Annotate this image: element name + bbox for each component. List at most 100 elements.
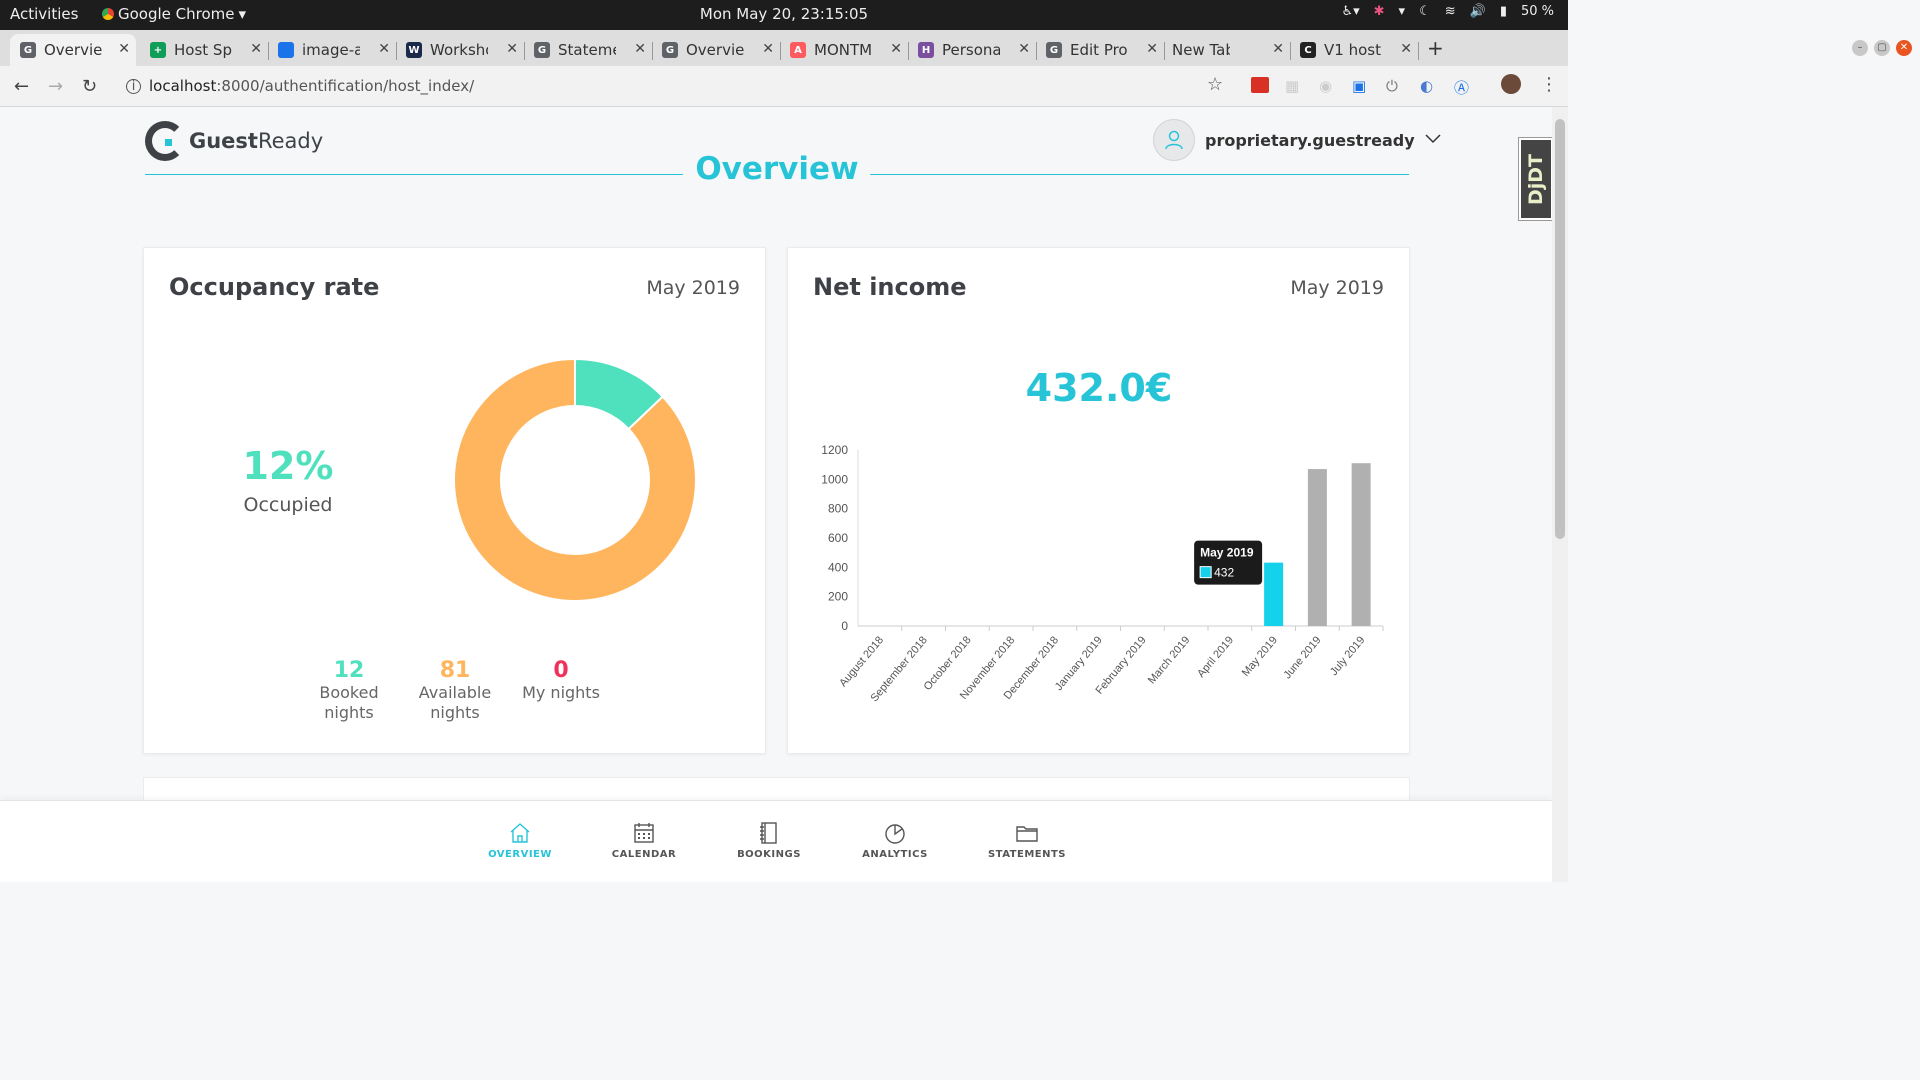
bar-may-2019[interactable] (1264, 562, 1284, 626)
extension-icon[interactable]: ◉ (1319, 77, 1332, 95)
night-light-icon: ☾ (1419, 4, 1431, 19)
profile-avatar[interactable] (1501, 74, 1521, 94)
browser-tab[interactable]: image-a ✕ (268, 34, 397, 66)
app-menu[interactable]: Google Chrome ▾ (102, 5, 246, 23)
extension-icon[interactable]: ▦ (1285, 77, 1299, 95)
tab-close-icon[interactable]: ✕ (1272, 41, 1284, 57)
browser-tab[interactable]: C V1 host ✕ (1290, 34, 1419, 66)
maximize-button[interactable]: ▢ (1874, 40, 1890, 56)
nav-item-label: BOOKINGS (737, 849, 801, 860)
app-name: Google Chrome (118, 5, 235, 23)
tab-favicon-icon (278, 42, 294, 58)
bar-june-2019[interactable] (1307, 469, 1327, 626)
bookmark-star-icon[interactable]: ☆ (1207, 74, 1223, 95)
back-button[interactable]: ← (14, 76, 29, 97)
tab-title: image-a (302, 41, 360, 59)
accessibility-icon[interactable]: ♿▾ (1341, 4, 1359, 19)
nav-item-label: CALENDAR (611, 849, 677, 860)
tab-close-icon[interactable]: ✕ (1146, 41, 1158, 57)
info-icon[interactable]: i (126, 78, 141, 94)
notification-icon[interactable]: ✱ (1374, 4, 1385, 19)
nav-item-overview[interactable]: OVERVIEW (470, 821, 570, 860)
minimize-button[interactable]: – (1852, 40, 1868, 56)
tab-title: New Tab (1172, 41, 1230, 59)
tab-close-icon[interactable]: ✕ (1400, 41, 1412, 57)
bottom-navigation: OVERVIEW CALENDAR BOOKINGS ANALYTICS STATEME… (0, 800, 1552, 882)
django-debug-toolbar-handle[interactable]: DjDT (1518, 137, 1552, 221)
nav-item-calendar[interactable]: CALENDAR (594, 821, 694, 860)
nav-item-analytics[interactable]: ANALYTICS (845, 821, 945, 860)
chevron-down-icon (1425, 132, 1441, 148)
tab-strip: G Overview ✕ + Host Space ✕ image-a ✕ W Workshop ✕… (0, 30, 1568, 66)
address-bar[interactable]: i localhost:8000/authentification/host_i… (126, 77, 474, 95)
tab-title: Host Space (174, 41, 232, 59)
available-nights-label: Available nights (418, 683, 492, 722)
occupancy-percent-label: Occupied (243, 494, 333, 516)
tab-title: Overview (686, 41, 744, 59)
book-icon (719, 821, 819, 847)
forward-button[interactable]: → (48, 76, 63, 97)
my-nights-value: 0 (553, 658, 569, 683)
y-tick-label: 400 (828, 560, 848, 574)
browser-tab[interactable]: G Overview ✕ (652, 34, 781, 66)
occupancy-donut-chart (453, 358, 697, 602)
tab-close-icon[interactable]: ✕ (890, 41, 902, 57)
extension-icon[interactable]: ◐ (1420, 77, 1433, 95)
close-window-button[interactable]: ✕ (1896, 40, 1912, 56)
page-title: Overview (695, 151, 859, 187)
browser-tab[interactable]: W Workshop ✕ (396, 34, 525, 66)
tab-close-icon[interactable]: ✕ (1018, 41, 1030, 57)
tab-title: Statements (558, 41, 616, 59)
chevron-down-icon[interactable]: ▾ (1399, 4, 1406, 19)
power-extension-icon[interactable]: ⏻ (1386, 77, 1398, 95)
tab-title: Overview (44, 41, 102, 59)
tab-title: Edit Pro (1070, 41, 1128, 59)
browser-tab[interactable]: G Overview ✕ (10, 34, 136, 66)
nav-item-label: ANALYTICS (862, 849, 928, 860)
tab-favicon-icon: G (662, 42, 678, 58)
tab-favicon-icon: C (1300, 42, 1316, 58)
reload-button[interactable]: ↻ (82, 76, 97, 97)
browser-tab[interactable]: G Statements ✕ (524, 34, 653, 66)
occupancy-percent: 12% (242, 444, 334, 488)
y-tick-label: 200 (828, 590, 848, 604)
occupancy-date: May 2019 (646, 277, 740, 299)
browser-tab[interactable]: + Host Space ✕ (140, 34, 269, 66)
nav-item-statements[interactable]: STATEMENTS (977, 821, 1077, 860)
tab-favicon-icon: + (150, 42, 166, 58)
url-host: localhost (149, 77, 217, 95)
calendar-icon (594, 821, 694, 847)
extension-icon[interactable]: Ⓐ (1454, 77, 1469, 98)
browser-tab[interactable]: A MONTM ✕ (780, 34, 909, 66)
menu-icon[interactable]: ⋮ (1540, 74, 1558, 95)
nav-item-bookings[interactable]: BOOKINGS (719, 821, 819, 860)
new-tab-button[interactable]: + (1427, 36, 1444, 60)
tab-close-icon[interactable]: ✕ (118, 41, 130, 57)
browser-tab[interactable]: H Personal ✕ (908, 34, 1037, 66)
folder-icon (977, 821, 1077, 847)
y-tick-label: 800 (828, 502, 848, 516)
booked-nights-value: 12 (333, 658, 365, 683)
tab-close-icon[interactable]: ✕ (378, 41, 390, 57)
x-tick-label: May 2019 (1240, 634, 1280, 679)
extension-calendar-icon[interactable] (1251, 77, 1269, 93)
tooltip-title: May 2019 (1200, 546, 1254, 560)
browser-tab[interactable]: G Edit Pro ✕ (1036, 34, 1165, 66)
tab-close-icon[interactable]: ✕ (634, 41, 646, 57)
net-income-total: 432.0€ (1025, 366, 1173, 410)
tab-close-icon[interactable]: ✕ (762, 41, 774, 57)
extension-icon[interactable]: ▣ (1352, 77, 1366, 95)
page-scrollbar[interactable] (1552, 107, 1568, 882)
activities-button[interactable]: Activities (10, 5, 78, 23)
system-tray[interactable]: ♿▾ ✱ ▾ ☾ ≋ 🔊 ▮ 50 % (1341, 4, 1554, 19)
tab-close-icon[interactable]: ✕ (506, 41, 518, 57)
x-tick-label: April 2019 (1195, 634, 1236, 680)
chevron-down-icon: ▾ (238, 5, 247, 23)
scrollbar-thumb[interactable] (1555, 119, 1565, 539)
page-content: GuestReady proprietary.guestready Overvi… (0, 107, 1552, 882)
tab-close-icon[interactable]: ✕ (250, 41, 262, 57)
browser-tab[interactable]: New Tab ✕ (1162, 34, 1291, 66)
bar-july-2019[interactable] (1351, 463, 1371, 626)
net-income-bar-chart[interactable]: 020040060080010001200August 2018Septembe… (808, 438, 1398, 728)
x-tick-label: August 2018 (837, 634, 886, 689)
